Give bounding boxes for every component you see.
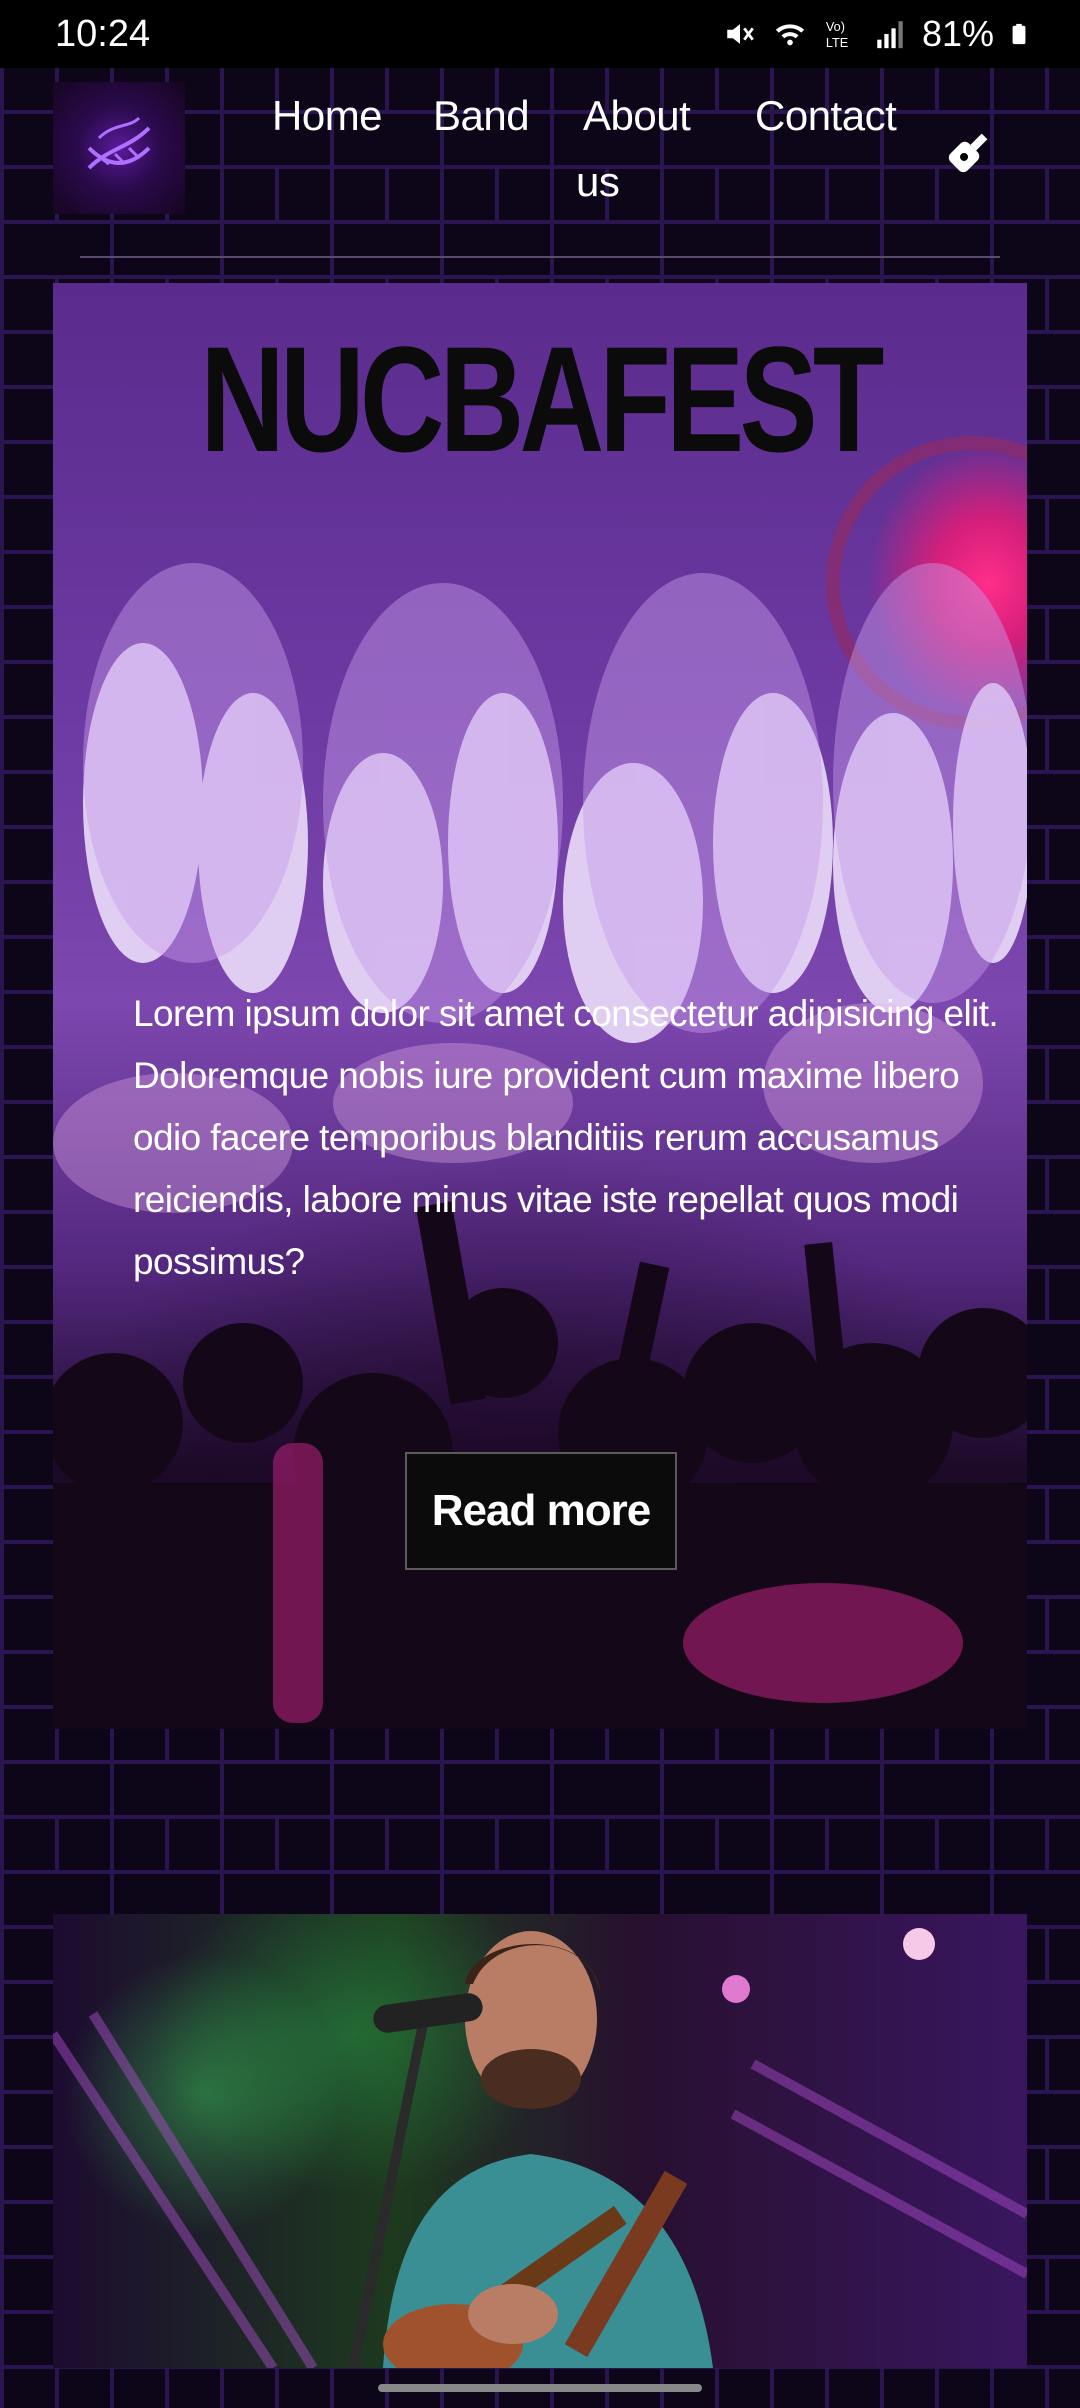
nav-link-about[interactable]: About — [583, 92, 691, 140]
band-card — [53, 1914, 1027, 2368]
read-more-button[interactable]: Read more — [405, 1452, 677, 1570]
status-icons: Vo) LTE 81% — [722, 13, 1030, 55]
mute-icon — [727, 24, 754, 44]
home-indicator[interactable] — [378, 2384, 702, 2392]
hero-description: Lorem ipsum dolor sit amet consectetur a… — [133, 993, 999, 1282]
guitar-icon[interactable] — [945, 128, 993, 176]
logo[interactable] — [53, 82, 185, 214]
hero-title: NUCBAFEST — [200, 315, 884, 483]
wifi-icon — [775, 24, 805, 46]
singer-image — [53, 1928, 1027, 2368]
dna-icon — [87, 116, 151, 170]
nav-link-contact[interactable]: Contact — [755, 92, 897, 140]
nav-divider — [80, 256, 1000, 258]
nav-link-home[interactable]: Home — [272, 92, 383, 140]
nav-link-band[interactable]: Band — [433, 92, 530, 140]
battery-icon — [1012, 23, 1026, 45]
status-bar: 10:24 Vo) LTE 81% — [0, 0, 1080, 68]
svg-text:Vo): Vo) — [826, 19, 845, 34]
volte-icon: Vo) LTE — [826, 19, 848, 50]
nav-link-about-us-line2[interactable]: us — [576, 158, 620, 206]
battery-percent: 81% — [921, 13, 994, 54]
hero-card: NUCBAFEST Lorem ipsum dolor sit amet con… — [53, 283, 1027, 1729]
status-time: 10:24 — [55, 12, 151, 55]
svg-text:LTE: LTE — [826, 35, 848, 50]
signal-icon — [877, 21, 903, 49]
